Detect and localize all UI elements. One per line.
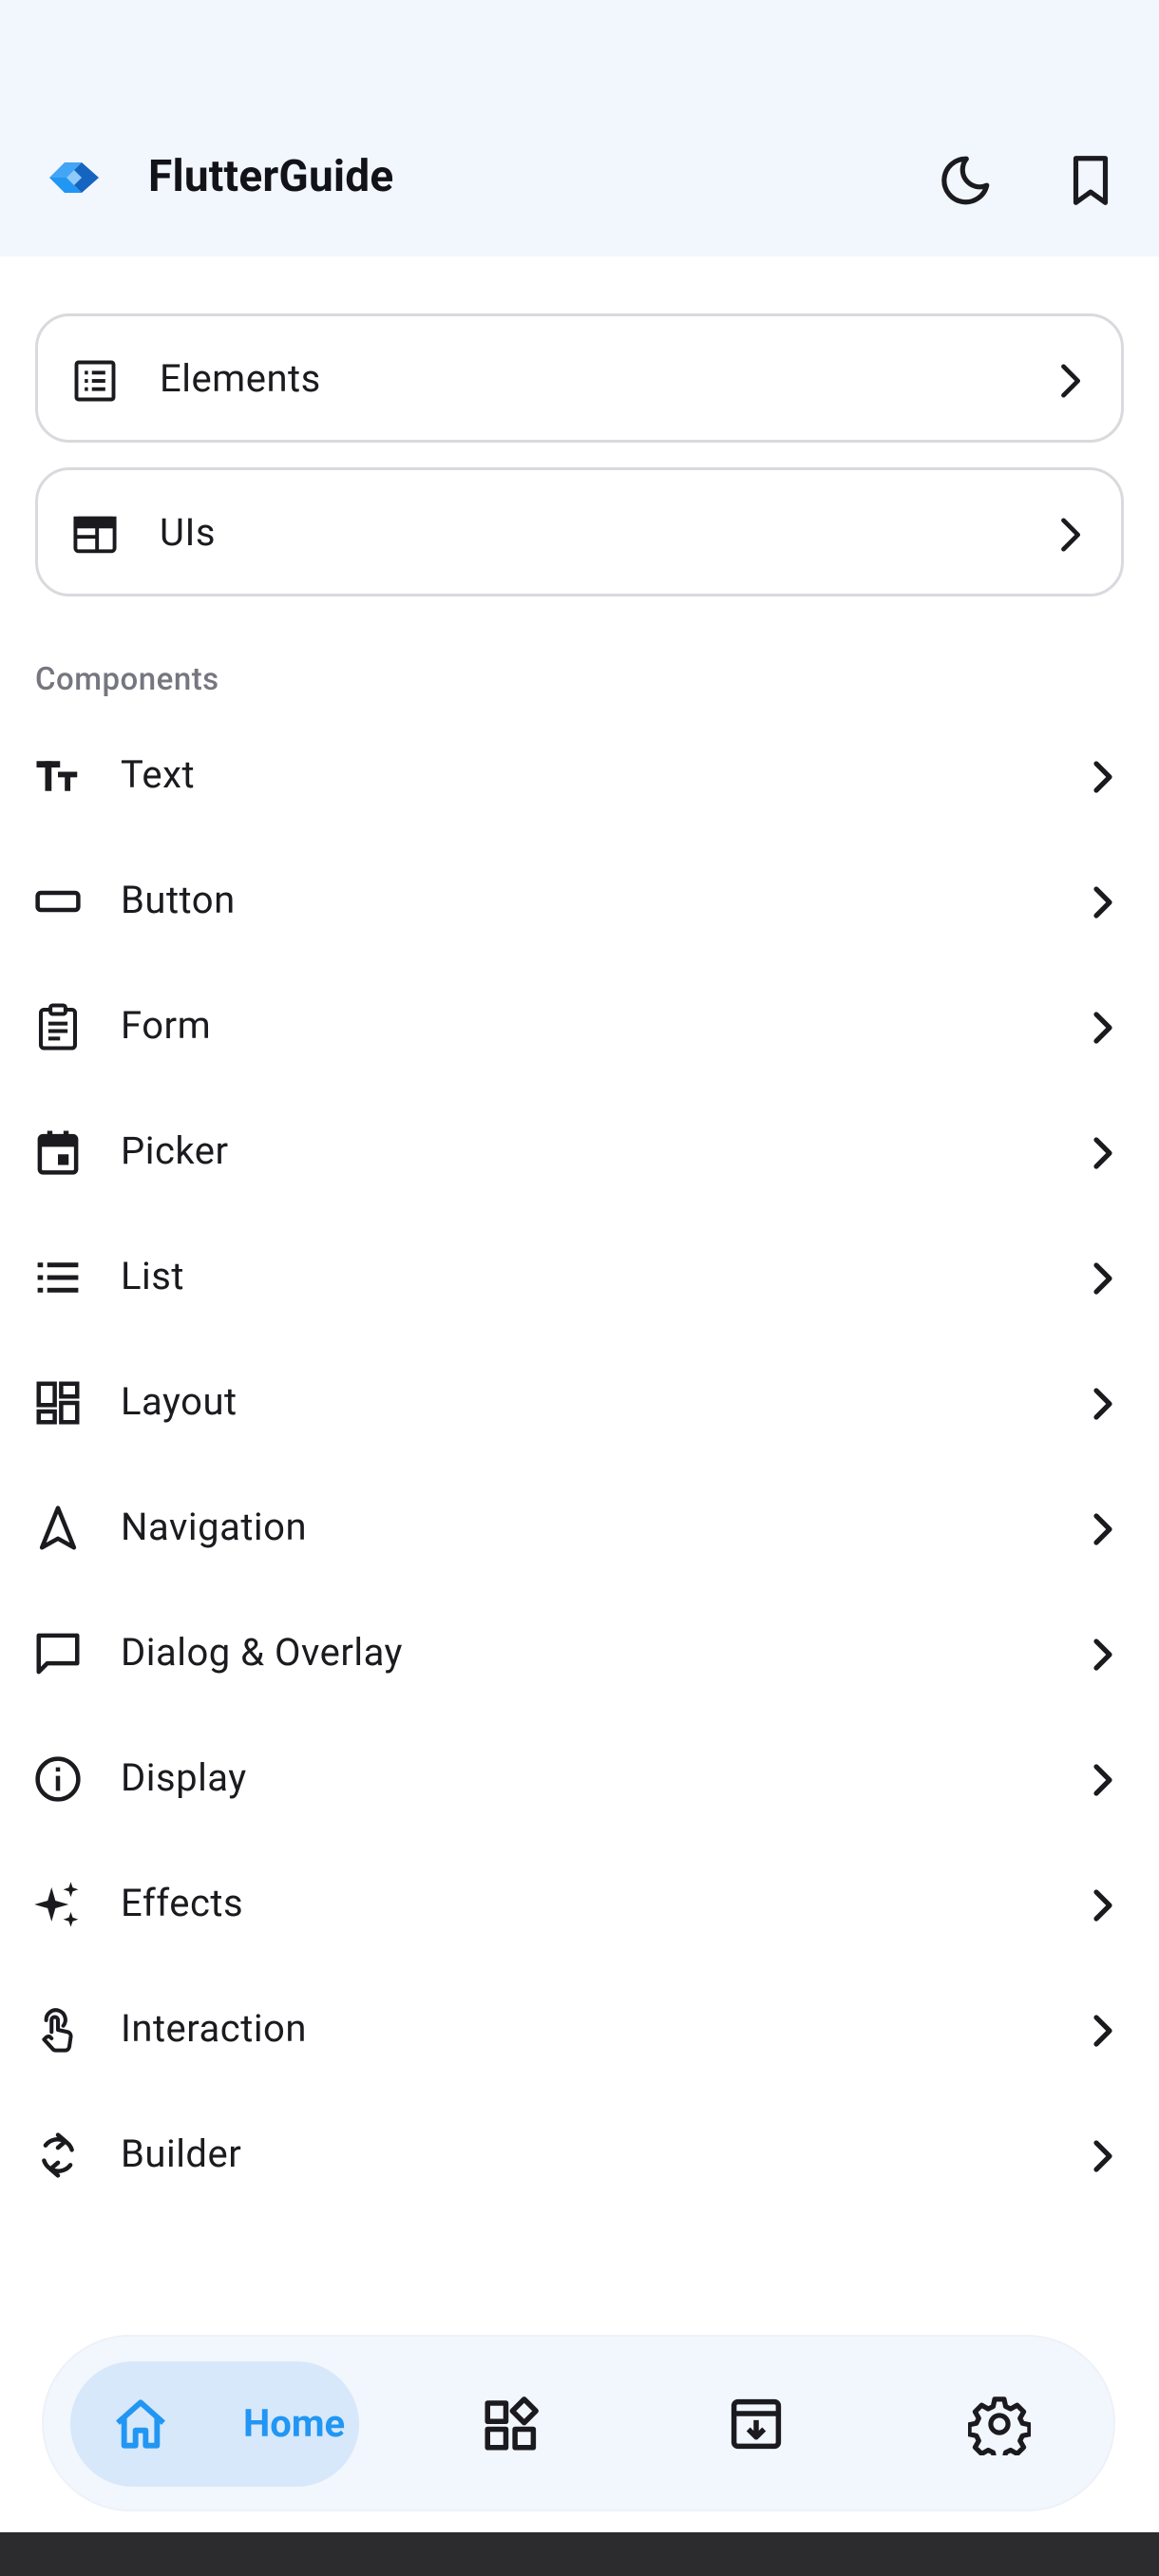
chevron-right-icon bbox=[1093, 1638, 1112, 1671]
widgets-icon bbox=[484, 2396, 539, 2451]
component-item-navigation[interactable]: Navigation bbox=[0, 1467, 1159, 1592]
component-label: Dialog & Overlay bbox=[121, 1630, 403, 1675]
flutter-logo-icon bbox=[49, 162, 99, 193]
chevron-right-icon bbox=[1093, 761, 1112, 793]
uis-card-label: UIs bbox=[160, 510, 216, 555]
uis-card[interactable]: UIs bbox=[35, 467, 1124, 597]
nav-home-label: Home bbox=[243, 2401, 346, 2446]
touch-icon bbox=[42, 2008, 73, 2053]
chevron-right-icon bbox=[1093, 1262, 1112, 1295]
archive-download-icon bbox=[731, 2398, 782, 2450]
component-label: Display bbox=[121, 1755, 247, 1800]
chevron-right-icon bbox=[1093, 1889, 1112, 1922]
component-label: Navigation bbox=[121, 1505, 308, 1549]
gear-icon bbox=[968, 2396, 1031, 2455]
component-item-dialog-overlay[interactable]: Dialog & Overlay bbox=[0, 1592, 1159, 1717]
component-label: Layout bbox=[121, 1379, 238, 1424]
refresh-icon bbox=[42, 2132, 74, 2178]
list-icon bbox=[37, 1262, 79, 1293]
component-item-button[interactable]: Button bbox=[0, 840, 1159, 965]
bookmark-button[interactable] bbox=[1053, 142, 1129, 218]
chevron-right-icon bbox=[1061, 364, 1081, 398]
theme-toggle-button[interactable] bbox=[927, 142, 1003, 218]
nav-home-button[interactable]: Home bbox=[70, 2361, 359, 2487]
chevron-right-icon bbox=[1093, 2140, 1112, 2172]
components-list: Text Button Form Picker List Layout Navi… bbox=[0, 714, 1159, 2219]
component-label: Text bbox=[121, 752, 196, 797]
component-item-form[interactable]: Form bbox=[0, 965, 1159, 1090]
chevron-right-icon bbox=[1093, 886, 1112, 919]
bottom-navigation-bar: Home bbox=[42, 2335, 1115, 2511]
component-item-layout[interactable]: Layout bbox=[0, 1341, 1159, 1467]
calendar-icon bbox=[37, 1130, 79, 1175]
sparkle-icon bbox=[34, 1882, 79, 1927]
component-label: Button bbox=[121, 878, 236, 922]
chevron-right-icon bbox=[1093, 2015, 1112, 2047]
component-item-list[interactable]: List bbox=[0, 1216, 1159, 1341]
navigation-arrow-icon bbox=[39, 1506, 77, 1550]
nav-components-button[interactable] bbox=[473, 2386, 549, 2462]
clipboard-icon bbox=[38, 1003, 78, 1051]
component-item-picker[interactable]: Picker bbox=[0, 1090, 1159, 1216]
chevron-right-icon bbox=[1093, 1137, 1112, 1169]
component-label: Builder bbox=[121, 2131, 242, 2176]
component-item-effects[interactable]: Effects bbox=[0, 1843, 1159, 1968]
info-icon bbox=[35, 1756, 81, 1802]
chevron-right-icon bbox=[1061, 518, 1081, 552]
elements-card[interactable]: Elements bbox=[35, 313, 1124, 443]
text-fields-icon bbox=[36, 761, 78, 791]
app-title: FlutterGuide bbox=[148, 151, 394, 202]
app-root: FlutterGuide Elements UIs Components Tex… bbox=[0, 0, 1159, 2576]
elements-card-label: Elements bbox=[160, 356, 321, 401]
system-navigation-bar bbox=[0, 2532, 1159, 2576]
chevron-right-icon bbox=[1093, 1012, 1112, 1044]
chevron-right-icon bbox=[1093, 1764, 1112, 1796]
nav-settings-button[interactable] bbox=[961, 2386, 1037, 2462]
chevron-right-icon bbox=[1093, 1513, 1112, 1545]
button-outline-icon bbox=[35, 890, 81, 913]
web-layout-icon bbox=[73, 516, 117, 554]
component-item-text[interactable]: Text bbox=[0, 714, 1159, 840]
component-label: Form bbox=[121, 1003, 212, 1048]
nav-downloads-button[interactable] bbox=[718, 2386, 794, 2462]
list-alt-icon bbox=[74, 360, 116, 402]
bookmark-icon bbox=[1073, 156, 1109, 205]
component-item-interaction[interactable]: Interaction bbox=[0, 1968, 1159, 2093]
component-label: Effects bbox=[121, 1881, 244, 1925]
home-icon bbox=[116, 2399, 165, 2449]
component-label: Interaction bbox=[121, 2006, 307, 2051]
component-item-builder[interactable]: Builder bbox=[0, 2093, 1159, 2219]
chat-bubble-icon bbox=[36, 1633, 80, 1675]
moon-icon bbox=[941, 156, 990, 205]
app-bar: FlutterGuide bbox=[0, 0, 1159, 256]
dashboard-icon bbox=[36, 1381, 80, 1425]
component-item-display[interactable]: Display bbox=[0, 1717, 1159, 1843]
component-label: List bbox=[121, 1254, 184, 1298]
components-section-label: Components bbox=[35, 661, 219, 698]
chevron-right-icon bbox=[1093, 1388, 1112, 1420]
component-label: Picker bbox=[121, 1128, 229, 1173]
